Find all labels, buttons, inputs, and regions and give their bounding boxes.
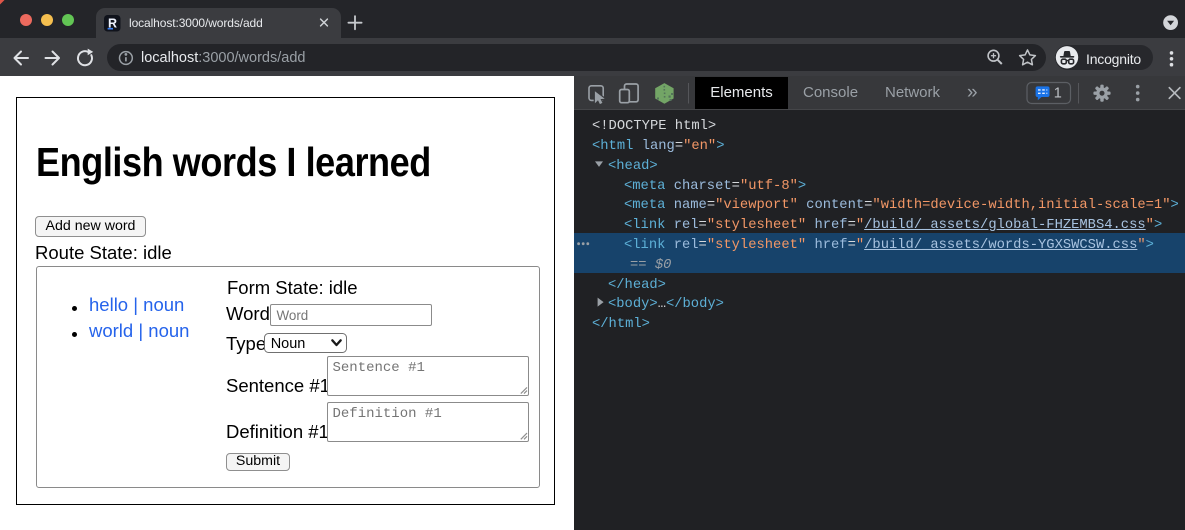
svg-text:1: 1 xyxy=(1054,86,1062,102)
